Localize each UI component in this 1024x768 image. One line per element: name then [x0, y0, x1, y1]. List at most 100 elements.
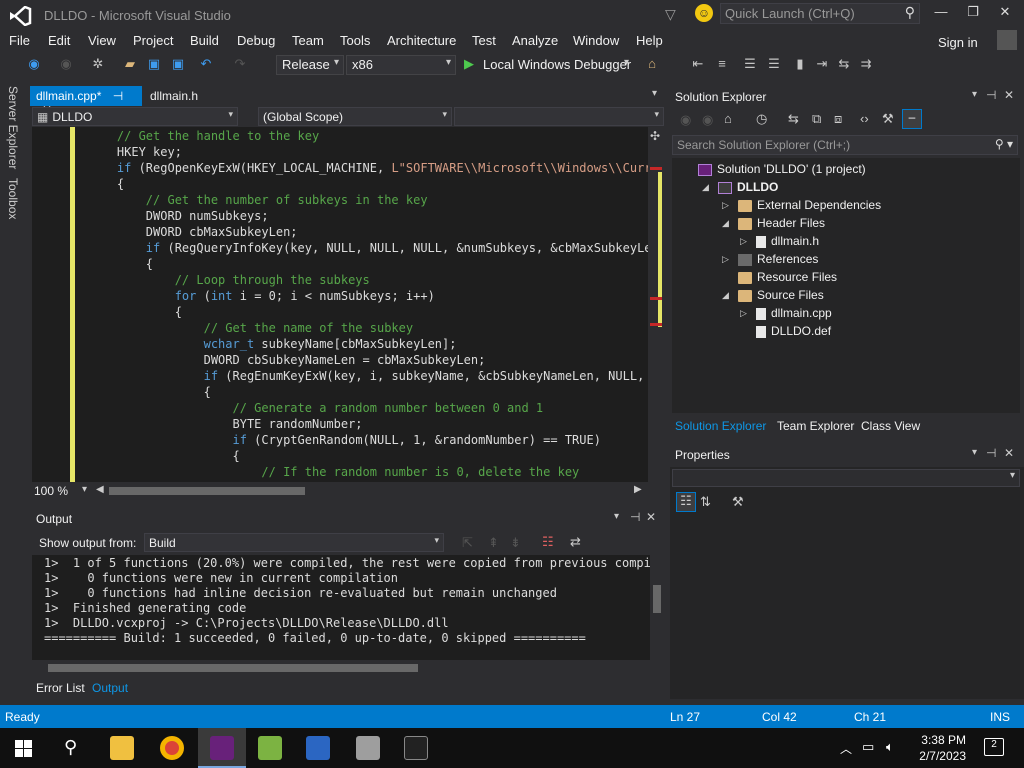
menu-help[interactable]: Help [636, 33, 663, 48]
maximize-button[interactable]: ❐ [959, 4, 987, 24]
expanded-arrow-icon[interactable]: ◢ [722, 214, 729, 232]
output-vertical-scrollbar[interactable] [650, 555, 664, 660]
menu-project[interactable]: Project [133, 33, 173, 48]
menu-test[interactable]: Test [472, 33, 496, 48]
goto-message-icon[interactable]: ⇱ [462, 535, 473, 551]
code-line[interactable]: if (RegQueryInfoKey(key, NULL, NULL, NUL… [88, 240, 664, 256]
tree-item[interactable]: Resource Files [738, 268, 837, 286]
tab-error-list[interactable]: Error List [36, 681, 85, 695]
toolbox-tab[interactable]: Toolbox [6, 178, 20, 219]
bookmark-clear-icon[interactable]: ⇆ [836, 56, 852, 72]
volume-icon[interactable]: 🔈︎ [886, 739, 894, 755]
show-hidden-icons-icon[interactable]: ︿ [840, 740, 852, 757]
code-line[interactable]: BYTE randomNumber; [88, 416, 664, 432]
sign-in-link[interactable]: Sign in [938, 35, 978, 50]
start-button[interactable] [0, 728, 48, 768]
menu-edit[interactable]: Edit [48, 33, 70, 48]
tree-item[interactable]: ◢ DLLDO [702, 178, 778, 196]
tab-solution-explorer[interactable]: Solution Explorer [675, 419, 766, 433]
quick-launch-input[interactable]: Quick Launch (Ctrl+Q) ⚲ [720, 3, 920, 24]
code-line[interactable]: { [88, 448, 664, 464]
collapsed-arrow-icon[interactable]: ▷ [722, 196, 729, 214]
pending-changes-icon[interactable]: ◷ [756, 111, 767, 127]
properties-icon[interactable]: ⚒ [882, 111, 894, 127]
tab-class-view[interactable]: Class View [861, 419, 920, 433]
categorized-icon[interactable]: ☷ [676, 492, 696, 512]
menu-tools[interactable]: Tools [340, 33, 370, 48]
account-avatar-icon[interactable] [997, 30, 1017, 50]
code-line[interactable]: { [88, 384, 664, 400]
back-icon[interactable]: ◉ [26, 56, 42, 72]
notification-center-icon[interactable]: 2 [984, 738, 1004, 756]
tree-item[interactable]: DLLDO.def [756, 322, 831, 340]
code-line[interactable]: if (RegEnumKeyExW(key, i, subkeyName, &c… [88, 368, 664, 384]
platform-select[interactable]: x86 ▾ [346, 55, 456, 75]
debugger-dropdown-icon[interactable]: ▾ [624, 57, 629, 68]
code-text[interactable]: // Get the handle to the key HKEY key; i… [88, 128, 664, 480]
window-menu-icon[interactable]: ▾ [972, 89, 977, 100]
output-text[interactable]: 1> 1 of 5 functions (20.0%) were compile… [32, 555, 664, 660]
pin-icon[interactable]: ⊣ [986, 446, 996, 460]
object-select[interactable]: ▾ [672, 469, 1020, 487]
tab-dllmain-cpp[interactable]: dllmain.cpp* ⊣ ✕ [30, 86, 142, 117]
member-select[interactable]: ▾ [454, 107, 664, 126]
bookmark-prev-icon[interactable]: ⇤ [690, 56, 706, 72]
clock[interactable]: 3:38 PM 2/7/2023 [919, 732, 966, 764]
output-horizontal-scrollbar[interactable] [32, 660, 664, 676]
tree-item[interactable]: ▷ dllmain.cpp [740, 304, 832, 322]
project-scope-select[interactable]: ▦ DLLDO ▾ [32, 107, 238, 126]
scroll-thumb[interactable] [48, 664, 418, 672]
zoom-level[interactable]: 100 % [34, 484, 68, 498]
forward-icon[interactable]: ◉ [58, 56, 74, 72]
pin-icon[interactable]: ⊣ [113, 89, 123, 103]
tree-item[interactable]: ▷ dllmain.h [740, 232, 819, 250]
view-code-icon[interactable]: ‹› [860, 111, 869, 126]
tree-item[interactable]: ▷ External Dependencies [722, 196, 881, 214]
output-source-select[interactable]: Build ▾ [144, 533, 444, 552]
new-project-icon[interactable]: ✲ [90, 56, 106, 72]
taskbar-terminal[interactable] [392, 728, 440, 768]
back-icon[interactable]: ◉ [680, 112, 691, 128]
code-line[interactable]: if (RegOpenKeyExW(HKEY_LOCAL_MACHINE, L"… [88, 160, 664, 176]
filter-icon[interactable]: ▽ [665, 6, 676, 23]
bookmark-folder-icon[interactable]: ⇉ [858, 56, 874, 72]
alphabetical-icon[interactable]: ⇅ [700, 494, 711, 510]
debugger-button[interactable]: Local Windows Debugger [483, 57, 631, 72]
code-line[interactable]: DWORD numSubkeys; [88, 208, 664, 224]
tree-item[interactable]: ▷ References [722, 250, 818, 268]
code-line[interactable]: { [88, 256, 664, 272]
scroll-thumb[interactable] [653, 585, 661, 613]
bookmark-icon[interactable]: ▮ [792, 56, 808, 72]
tree-item[interactable]: ◢ Source Files [722, 286, 824, 304]
close-icon[interactable]: ✕ [646, 510, 656, 524]
code-line[interactable]: { [88, 176, 664, 192]
editor-vertical-scrollbar[interactable]: ✣ [648, 127, 664, 482]
open-folder-icon[interactable]: ▰ [122, 56, 138, 72]
forward-icon[interactable]: ◉ [702, 112, 713, 128]
tab-overflow-icon[interactable]: ▾ [652, 88, 657, 99]
code-line[interactable]: DWORD cbSubkeyNameLen = cbMaxSubkeyLen; [88, 352, 664, 368]
menu-view[interactable]: View [88, 33, 116, 48]
word-wrap-icon[interactable]: ⇄ [570, 534, 581, 550]
start-debug-icon[interactable]: ▶ [464, 56, 474, 72]
collapsed-arrow-icon[interactable]: ▷ [740, 304, 747, 322]
pin-icon[interactable]: ⊣ [986, 88, 996, 102]
close-button[interactable]: ✕ [991, 4, 1019, 24]
redo-icon[interactable]: ↷ [232, 56, 248, 72]
code-line[interactable]: // Get the handle to the key [88, 128, 664, 144]
code-editor[interactable]: // Get the handle to the key HKEY key; i… [32, 127, 664, 482]
solution-search-input[interactable]: Search Solution Explorer (Ctrl+;) ⚲ ▾ [672, 135, 1018, 155]
preview-selected-icon[interactable]: – [902, 109, 922, 129]
zoom-dropdown-icon[interactable]: ▾ [82, 484, 87, 495]
code-line[interactable]: // If the random number is 0, delete the… [88, 464, 664, 480]
taskbar-powershell[interactable] [294, 728, 342, 768]
code-line[interactable]: DWORD cbMaxSubkeyLen; [88, 224, 664, 240]
taskbar-notepad[interactable] [246, 728, 294, 768]
comment-icon[interactable]: ☰ [742, 56, 758, 72]
tab-dllmain-h[interactable]: dllmain.h [144, 86, 204, 106]
code-line[interactable]: // Loop through the subkeys [88, 272, 664, 288]
undo-icon[interactable]: ↶ [198, 56, 214, 72]
global-scope-select[interactable]: (Global Scope) ▾ [258, 107, 452, 126]
feedback-smiley-icon[interactable]: ☺ [695, 4, 713, 22]
menu-window[interactable]: Window [573, 33, 619, 48]
